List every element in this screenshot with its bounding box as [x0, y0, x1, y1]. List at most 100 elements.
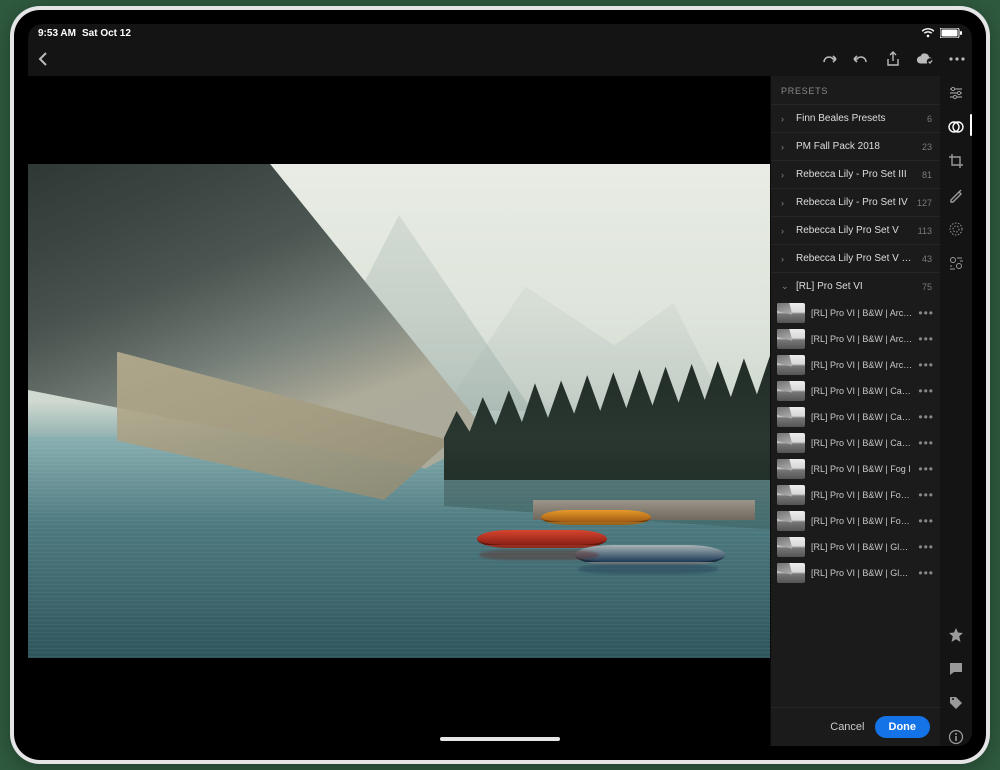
preset-more-icon[interactable]: •••	[918, 358, 936, 372]
adjust-sliders-icon[interactable]	[947, 84, 965, 102]
preset-group-label: Rebecca Lily Pro Set V Tools	[796, 253, 915, 264]
status-date: Sat Oct 12	[82, 28, 131, 39]
chevron-right-icon: ⌄	[781, 281, 789, 292]
chevron-right-icon: ›	[781, 142, 789, 152]
preset-item[interactable]: [RL] Pro VI | B&W | Fog II •••	[771, 482, 940, 508]
preset-group-label: Rebecca Lily - Pro Set III	[796, 169, 915, 180]
preset-more-icon[interactable]: •••	[918, 410, 936, 424]
preset-item-label: [RL] Pro VI | B&W | Glacier I	[811, 542, 912, 552]
preset-group-count: 75	[922, 282, 932, 292]
tool-rail	[940, 76, 972, 746]
preset-item[interactable]: [RL] Pro VI | B&W | Casablanca III •••	[771, 430, 940, 456]
preset-group-count: 23	[922, 142, 932, 152]
preset-more-icon[interactable]: •••	[918, 436, 936, 450]
chevron-right-icon: ›	[781, 226, 789, 236]
preset-item-label: [RL] Pro VI | B&W | Fog II	[811, 490, 912, 500]
preset-group[interactable]: › Rebecca Lily Pro Set V Tools 43	[771, 244, 940, 272]
status-time: 9:53 AM	[38, 28, 76, 39]
preset-thumbnail	[777, 511, 805, 531]
preset-group-count: 81	[922, 170, 932, 180]
preset-item[interactable]: [RL] Pro VI | B&W | Casablanca I•••	[771, 378, 940, 404]
preset-item[interactable]: [RL] Pro VI | B&W | Glacier II •••	[771, 560, 940, 586]
home-indicator[interactable]	[440, 737, 560, 741]
preset-thumbnail	[777, 355, 805, 375]
preset-thumbnail	[777, 563, 805, 583]
chevron-right-icon: ›	[781, 114, 789, 124]
presets-panel: PRESETS › Finn Beales Presets 6 › PM Fall Pa…	[770, 76, 940, 746]
status-bar: 9:53 AM Sat Oct 12	[28, 24, 972, 42]
crop-tool-icon[interactable]	[947, 152, 965, 170]
preset-thumbnail	[777, 407, 805, 427]
preset-group[interactable]: › Rebecca Lily - Pro Set III 81	[771, 160, 940, 188]
preset-item-label: [RL] Pro VI | B&W | Arctic II	[811, 334, 912, 344]
preset-thumbnail	[777, 485, 805, 505]
info-icon[interactable]	[947, 728, 965, 746]
preset-item-label: [RL] Pro VI | B&W | Casablanca III	[811, 438, 912, 448]
preset-group-label: Rebecca Lily - Pro Set IV	[796, 197, 910, 208]
preset-group[interactable]: › PM Fall Pack 2018 23	[771, 132, 940, 160]
preset-item[interactable]: [RL] Pro VI | B&W | Arctic II •••	[771, 326, 940, 352]
preset-more-icon[interactable]: •••	[918, 306, 936, 320]
preset-item[interactable]: [RL] Pro VI | B&W | Arctic I •••	[771, 300, 940, 326]
share-button[interactable]	[884, 50, 902, 68]
preset-more-icon[interactable]: •••	[918, 488, 936, 502]
preset-more-icon[interactable]: •••	[918, 332, 936, 346]
undo-button[interactable]	[852, 50, 870, 68]
rate-star-icon[interactable]	[947, 626, 965, 644]
preset-group-label: [RL] Pro Set VI	[796, 281, 915, 292]
photo-canvas[interactable]	[28, 76, 770, 746]
healing-brush-icon[interactable]	[947, 186, 965, 204]
preset-more-icon[interactable]: •••	[918, 384, 936, 398]
preset-thumbnail	[777, 459, 805, 479]
preset-group-count: 6	[927, 114, 932, 124]
preset-more-icon[interactable]: •••	[918, 514, 936, 528]
preset-item[interactable]: [RL] Pro VI | B&W | Glacier I •••	[771, 534, 940, 560]
preset-group-count: 127	[917, 198, 932, 208]
preset-thumbnail	[777, 537, 805, 557]
preset-thumbnail	[777, 303, 805, 323]
chevron-right-icon: ›	[781, 254, 789, 264]
preset-group-count: 113	[918, 226, 932, 236]
preset-more-icon[interactable]: •••	[918, 540, 936, 554]
presets-panel-title: PRESETS	[771, 76, 940, 104]
preset-item[interactable]: [RL] Pro VI | B&W | Fog III •••	[771, 508, 940, 534]
preset-group[interactable]: ›Rebecca Lily - Pro Set IV127	[771, 188, 940, 216]
preset-item-label: [RL] Pro VI | B&W | Casablanca II	[811, 412, 912, 422]
preset-group[interactable]: › Finn Beales Presets 6	[771, 104, 940, 132]
preset-item-label: [RL] Pro VI | B&W | Arctic I	[811, 308, 912, 318]
cancel-button[interactable]: Cancel	[830, 721, 864, 733]
preset-thumbnail	[777, 381, 805, 401]
ipad-frame: 9:53 AM Sat Oct 12	[10, 6, 990, 764]
comments-icon[interactable]	[947, 660, 965, 678]
preset-thumbnail	[777, 433, 805, 453]
preset-item-label: [RL] Pro VI | B&W | Fog III	[811, 516, 912, 526]
preset-item[interactable]: [RL] Pro VI | B&W | Casablanca II •••	[771, 404, 940, 430]
preset-more-icon[interactable]: •••	[918, 462, 936, 476]
wifi-icon	[921, 28, 935, 38]
edited-photo	[28, 164, 770, 659]
more-button[interactable]	[948, 50, 966, 68]
app-toolbar	[28, 42, 972, 76]
battery-icon	[940, 28, 962, 38]
preset-group-label: Finn Beales Presets	[796, 113, 920, 124]
preset-more-icon[interactable]: •••	[918, 566, 936, 580]
preset-thumbnail	[777, 329, 805, 349]
preset-group[interactable]: ⌄ [RL] Pro Set VI 75	[771, 272, 940, 300]
preset-item-label: [RL] Pro VI | B&W | Arctic III	[811, 360, 912, 370]
redo-button[interactable]	[820, 50, 838, 68]
back-button[interactable]	[34, 50, 52, 68]
done-button[interactable]: Done	[875, 716, 931, 738]
tag-icon[interactable]	[947, 694, 965, 712]
radial-gradient-icon[interactable]	[947, 220, 965, 238]
preset-group[interactable]: ›Rebecca Lily Pro Set V113	[771, 216, 940, 244]
preset-group-label: PM Fall Pack 2018	[796, 141, 915, 152]
chevron-right-icon: ›	[781, 170, 789, 180]
preset-item-label: [RL] Pro VI | B&W | Fog I	[811, 464, 912, 474]
preset-item[interactable]: [RL] Pro VI | B&W | Fog I •••	[771, 456, 940, 482]
preset-item-label: [RL] Pro VI | B&W | Glacier II	[811, 568, 912, 578]
selective-edit-icon[interactable]	[947, 254, 965, 272]
preset-group-count: 43	[922, 254, 932, 264]
cloud-sync-icon[interactable]	[916, 50, 934, 68]
presets-tool-icon[interactable]	[947, 118, 965, 136]
preset-item[interactable]: [RL] Pro VI | B&W | Arctic III •••	[771, 352, 940, 378]
